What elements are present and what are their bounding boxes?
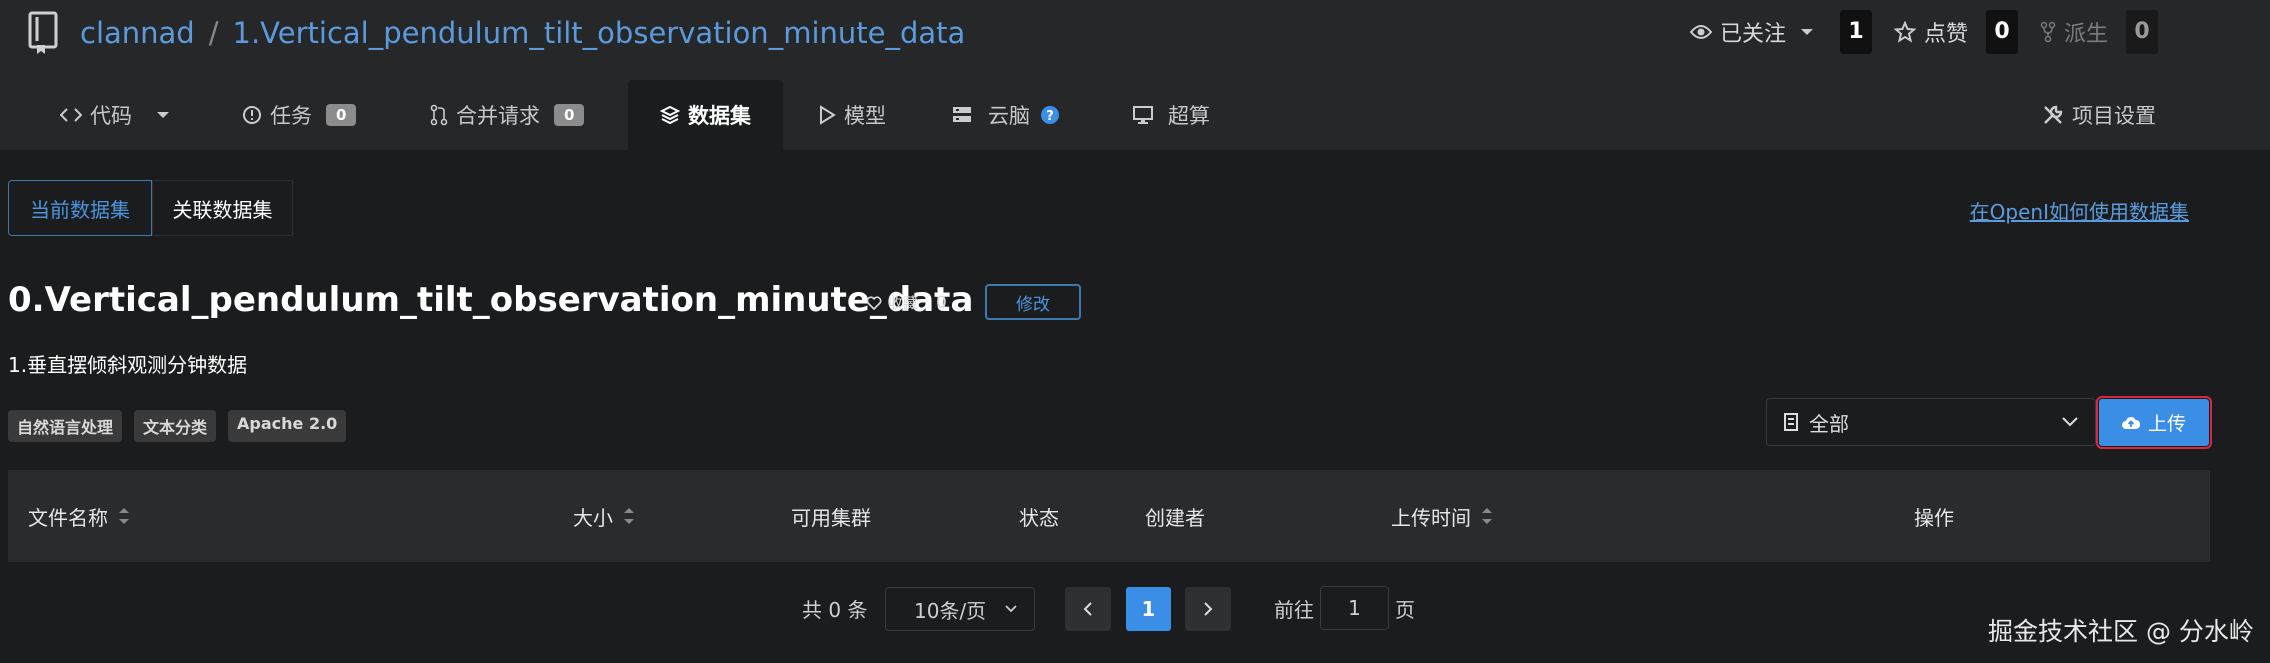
next-page-button[interactable] xyxy=(1185,587,1231,631)
prev-page-button[interactable] xyxy=(1065,587,1111,631)
fork-label: 派生 xyxy=(2064,22,2109,47)
repo-owner-link[interactable]: clannad xyxy=(80,16,195,50)
play-icon xyxy=(820,105,836,125)
col-creator: 创建者 xyxy=(1145,505,1205,530)
svg-text:?: ? xyxy=(1046,109,1054,124)
sort-caret-icon[interactable] xyxy=(1481,505,1493,527)
sort-caret-icon[interactable] xyxy=(118,505,130,527)
upload-label: 上传 xyxy=(2147,413,2186,435)
chevron-right-icon xyxy=(1204,602,1213,616)
tab-supercompute-label: 超算 xyxy=(1168,104,1210,128)
page-word: 页 xyxy=(1395,598,1415,622)
watch-label: 已关注 xyxy=(1720,22,1787,47)
tab-cloudbrain[interactable]: 云脑 ? xyxy=(952,80,1068,150)
col-file-name[interactable]: 文件名称 xyxy=(28,470,130,562)
tab-supercompute[interactable]: 超算 xyxy=(1132,80,1210,150)
cloud-upload-icon xyxy=(2121,416,2140,429)
goto-label: 前往 xyxy=(1274,598,1314,622)
tab-settings-label: 项目设置 xyxy=(2072,104,2156,128)
page-size-value: 10条/页 xyxy=(914,598,987,623)
dataset-help-link[interactable]: 在OpenI如何使用数据集 xyxy=(1970,196,2189,225)
subtab-related-dataset[interactable]: 关联数据集 xyxy=(152,180,293,236)
tools-icon xyxy=(2044,105,2063,124)
file-filter-select[interactable]: 全部 xyxy=(1766,398,2096,446)
tab-pulls-label: 合并请求 xyxy=(456,104,540,128)
col-cluster: 可用集群 xyxy=(791,505,871,530)
fork-count: 0 xyxy=(2126,10,2159,54)
watch-count: 1 xyxy=(1840,10,1873,54)
pull-request-icon xyxy=(430,104,448,126)
tab-pull-requests[interactable]: 合并请求 0 xyxy=(430,80,585,150)
tab-issues[interactable]: 任务 0 xyxy=(242,80,357,150)
upload-button[interactable]: 上传 xyxy=(2096,396,2212,449)
tag-text-classification[interactable]: 文本分类 xyxy=(134,410,217,442)
pulls-count-badge: 0 xyxy=(554,104,585,126)
table-header: 文件名称 大小 可用集群 状态 创建者 上传时间 操作 xyxy=(8,470,2210,562)
col-file-name-label: 文件名称 xyxy=(28,505,108,530)
pagination-total: 共 0 条 xyxy=(802,598,868,622)
repo-name-link[interactable]: 1.Vertical_pendulum_tilt_observation_min… xyxy=(233,16,966,50)
chevron-down-icon xyxy=(2062,417,2078,427)
goto-page-input[interactable]: 1 xyxy=(1320,586,1389,630)
fork-icon xyxy=(2040,21,2056,43)
tab-datasets-label: 数据集 xyxy=(688,104,751,128)
tag-nlp[interactable]: 自然语言处理 xyxy=(8,410,123,442)
filter-selected-value: 全部 xyxy=(1809,411,1849,436)
code-icon xyxy=(60,108,82,122)
repo-tabs: 代码 任务 0 合并请求 0 数据集 模型 云脑 ? 超算 项目设置 xyxy=(0,80,2270,150)
server-icon xyxy=(953,107,971,122)
archive-icon xyxy=(1784,413,1798,431)
dataset-tags: 自然语言处理 文本分类 Apache 2.0 xyxy=(8,410,358,442)
tab-models[interactable]: 模型 xyxy=(818,80,886,150)
tab-code-label: 代码 xyxy=(90,104,132,128)
heart-icon xyxy=(866,295,882,310)
issues-count-badge: 0 xyxy=(326,104,357,126)
star-label: 点赞 xyxy=(1924,22,1969,47)
chevron-left-icon xyxy=(1083,602,1092,616)
favorite-button[interactable]: 收藏 0 xyxy=(866,292,947,313)
favorite-count: 0 xyxy=(936,292,947,313)
dataset-title: 0.Vertical_pendulum_tilt_observation_min… xyxy=(8,280,974,320)
eye-icon xyxy=(1690,25,1712,39)
col-size-label: 大小 xyxy=(573,505,613,530)
tab-models-label: 模型 xyxy=(844,104,886,128)
repo-title-row: clannad / 1.Vertical_pendulum_tilt_obser… xyxy=(28,8,965,58)
watermark: 掘金技术社区 @ 分水岭 xyxy=(1988,617,2254,646)
issue-icon xyxy=(243,106,261,124)
tab-settings[interactable]: 项目设置 xyxy=(2042,80,2156,150)
fork-button[interactable]: 派生 xyxy=(2040,16,2108,48)
star-icon xyxy=(1894,21,1917,43)
repo-actions: 已关注 1 点赞 0 派生 0 xyxy=(1690,10,2270,54)
tab-cloudbrain-label: 云脑 xyxy=(988,104,1030,128)
tab-datasets[interactable]: 数据集 xyxy=(628,80,783,150)
favorite-label: 收藏 xyxy=(888,294,919,312)
watch-button[interactable]: 已关注 xyxy=(1690,16,1822,48)
dataset-description: 1.垂直摆倾斜观测分钟数据 xyxy=(8,353,248,377)
repo-header: clannad / 1.Vertical_pendulum_tilt_obser… xyxy=(0,0,2270,150)
subtab-current-dataset[interactable]: 当前数据集 xyxy=(8,180,152,236)
edit-dataset-button[interactable]: 修改 xyxy=(985,284,1081,320)
caret-down-icon xyxy=(1801,29,1814,35)
help-question-icon[interactable]: ? xyxy=(1040,105,1060,125)
col-actions: 操作 xyxy=(1914,505,1954,530)
tab-code[interactable]: 代码 xyxy=(60,80,178,150)
col-size[interactable]: 大小 xyxy=(573,470,635,562)
repo-separator: / xyxy=(208,16,219,50)
chevron-down-icon xyxy=(1005,605,1017,613)
sort-caret-icon[interactable] xyxy=(623,505,635,527)
tag-license[interactable]: Apache 2.0 xyxy=(228,410,347,442)
col-upload-time[interactable]: 上传时间 xyxy=(1391,470,1493,562)
page-number-current[interactable]: 1 xyxy=(1126,587,1171,631)
caret-down-icon xyxy=(157,112,169,118)
repo-book-icon xyxy=(28,11,58,54)
layers-icon xyxy=(660,105,680,125)
monitor-icon xyxy=(1133,106,1153,124)
star-count: 0 xyxy=(1986,10,2019,54)
tab-issues-label: 任务 xyxy=(270,104,312,128)
star-button[interactable]: 点赞 xyxy=(1894,16,1968,48)
page-size-select[interactable]: 10条/页 xyxy=(885,587,1035,631)
col-status: 状态 xyxy=(1019,505,1059,530)
col-upload-time-label: 上传时间 xyxy=(1391,505,1471,530)
